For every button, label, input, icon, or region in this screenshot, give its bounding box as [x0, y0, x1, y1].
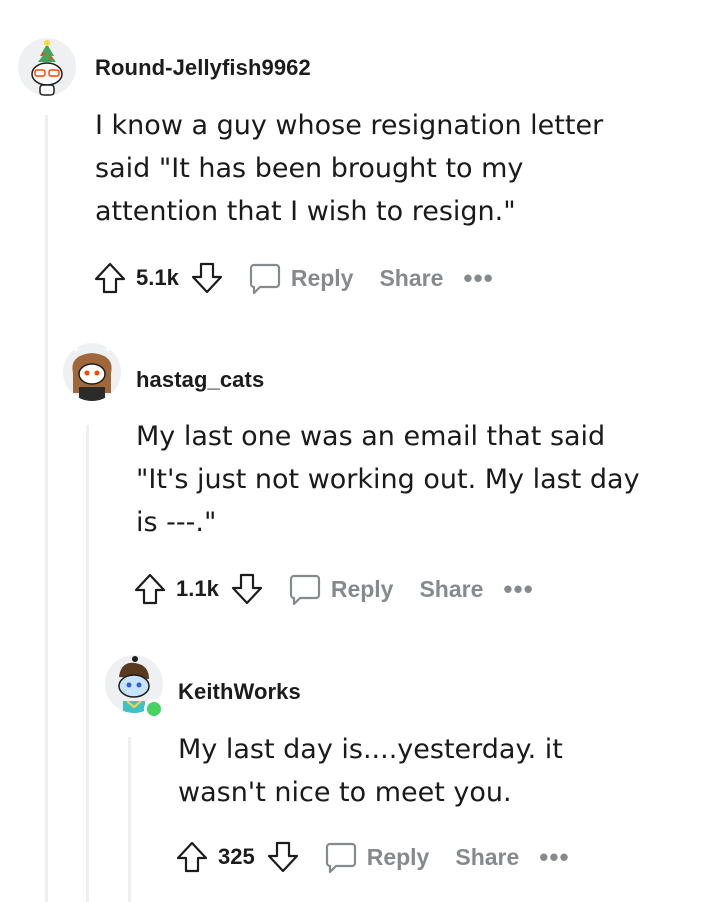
reply-button[interactable]: Reply [325, 576, 400, 603]
online-status-dot [144, 699, 164, 719]
comment-bubble-icon[interactable] [245, 258, 285, 298]
comment-body-line: My last one was an email that said [136, 421, 606, 452]
downvote-arrow-icon[interactable] [187, 258, 227, 298]
snoo-avatar-icon [63, 343, 121, 401]
downvote-arrow-icon[interactable] [263, 837, 303, 877]
username[interactable]: hastag_cats [136, 367, 264, 393]
comment-body-line: "It's just not working out. My last day [136, 464, 640, 495]
more-options-icon[interactable]: ••• [539, 844, 569, 870]
comment-body-line: My last day is....yesterday. it [178, 734, 563, 765]
upvote-arrow-icon[interactable] [90, 258, 130, 298]
downvote-arrow-icon[interactable] [227, 569, 267, 609]
comment-body-line: attention that I wish to resign." [95, 196, 516, 227]
share-button[interactable]: Share [449, 844, 525, 871]
upvote-arrow-icon[interactable] [172, 837, 212, 877]
username[interactable]: Round-Jellyfish9962 [95, 55, 311, 81]
comment-body: My last day is....yesterday. it wasn't n… [178, 728, 563, 814]
reply-button[interactable]: Reply [361, 844, 436, 871]
comment-bubble-icon[interactable] [321, 837, 361, 877]
comment-body-line: said "It has been brought to my [95, 153, 524, 184]
more-options-icon[interactable]: ••• [503, 576, 533, 602]
username[interactable]: KeithWorks [178, 679, 301, 705]
comment-actions: 325 Reply Share ••• [172, 835, 570, 879]
vote-score: 1.1k [176, 576, 219, 601]
share-button[interactable]: Share [373, 265, 449, 292]
comment-body-line: I know a guy whose resignation letter [95, 110, 604, 141]
comment-actions: 5.1k Reply Share ••• [90, 256, 494, 300]
snoo-avatar-icon [18, 38, 76, 96]
comment-actions: 1.1k Reply Share ••• [130, 567, 534, 611]
comment-body: My last one was an email that said "It's… [136, 415, 640, 544]
reply-button[interactable]: Reply [285, 265, 360, 292]
comment-bubble-icon[interactable] [285, 569, 325, 609]
comment-body: I know a guy whose resignation letter sa… [95, 104, 603, 233]
comment-body-line: is ---." [136, 507, 217, 538]
thread-line-level-3[interactable] [128, 737, 131, 902]
vote-score: 5.1k [136, 265, 179, 290]
avatar[interactable] [63, 343, 121, 401]
thread-line-level-2[interactable] [86, 425, 89, 902]
upvote-arrow-icon[interactable] [130, 569, 170, 609]
share-button[interactable]: Share [413, 576, 489, 603]
more-options-icon[interactable]: ••• [463, 265, 493, 291]
comment-body-line: wasn't nice to meet you. [178, 777, 512, 808]
vote-score: 325 [218, 844, 255, 869]
avatar[interactable] [18, 38, 76, 96]
thread-line-level-1[interactable] [45, 115, 48, 902]
